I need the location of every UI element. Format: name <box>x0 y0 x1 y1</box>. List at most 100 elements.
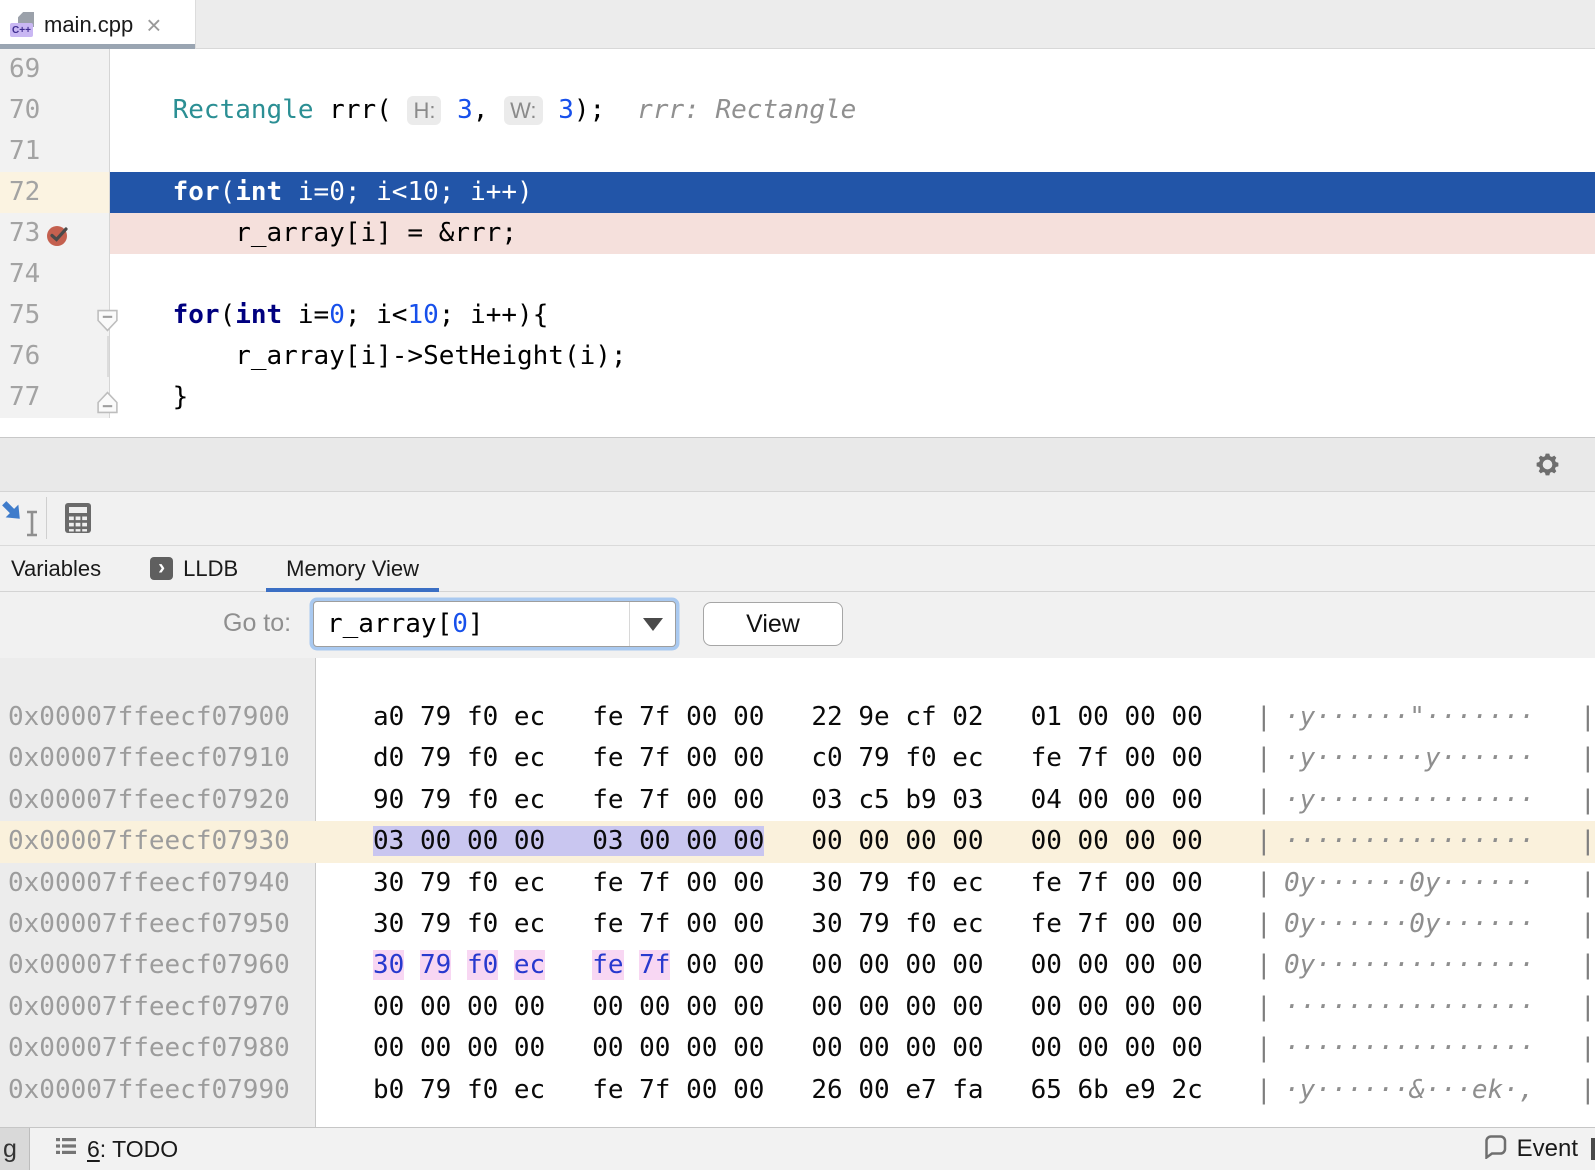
memory-byte[interactable]: d0 <box>373 743 404 773</box>
memory-byte[interactable]: ec <box>514 702 545 732</box>
memory-byte[interactable]: 00 <box>686 950 717 980</box>
editor-gutter[interactable]: 70 <box>0 90 110 131</box>
memory-byte[interactable]: fe <box>1031 909 1062 939</box>
goto-address-value[interactable]: r_array[0] <box>314 609 629 639</box>
memory-byte[interactable]: 9e <box>858 702 889 732</box>
memory-byte[interactable]: 00 <box>733 743 764 773</box>
memory-byte[interactable]: 00 <box>952 1033 983 1063</box>
memory-byte[interactable]: 00 <box>811 950 842 980</box>
tab-lldb[interactable]: › LLDB <box>144 546 244 591</box>
memory-byte[interactable]: c0 <box>811 743 842 773</box>
memory-byte[interactable]: 00 <box>639 1033 670 1063</box>
memory-byte[interactable]: fe <box>592 785 623 815</box>
line-number[interactable]: 75 <box>9 300 40 330</box>
memory-byte[interactable]: ec <box>514 868 545 898</box>
memory-byte[interactable]: 30 <box>811 909 842 939</box>
memory-byte[interactable]: 00 <box>1171 702 1202 732</box>
memory-byte[interactable]: 00 <box>733 992 764 1022</box>
line-number[interactable]: 77 <box>9 382 40 412</box>
memory-byte[interactable]: fe <box>592 1075 623 1105</box>
memory-byte[interactable]: 00 <box>1171 992 1202 1022</box>
memory-byte[interactable]: 79 <box>420 702 451 732</box>
memory-byte[interactable]: 22 <box>811 702 842 732</box>
memory-byte[interactable]: 00 <box>514 826 545 856</box>
memory-byte[interactable]: 30 <box>373 909 404 939</box>
memory-byte[interactable]: ec <box>514 743 545 773</box>
memory-byte[interactable]: 30 <box>373 950 404 980</box>
tab-main-cpp[interactable]: C++ main.cpp × <box>0 0 196 49</box>
memory-byte[interactable]: 00 <box>420 992 451 1022</box>
memory-byte[interactable]: 00 <box>1078 1033 1109 1063</box>
memory-byte[interactable]: 79 <box>420 950 451 980</box>
memory-byte[interactable]: 79 <box>420 909 451 939</box>
memory-byte[interactable]: ec <box>514 950 545 980</box>
memory-byte[interactable]: 00 <box>514 992 545 1022</box>
memory-byte[interactable]: 03 <box>592 826 623 856</box>
memory-byte[interactable]: 30 <box>811 868 842 898</box>
memory-byte[interactable]: 00 <box>1171 1033 1202 1063</box>
memory-byte[interactable]: 79 <box>858 743 889 773</box>
memory-byte[interactable]: f0 <box>467 950 498 980</box>
memory-byte[interactable]: 79 <box>420 743 451 773</box>
memory-byte[interactable]: fe <box>1031 743 1062 773</box>
memory-byte[interactable]: 00 <box>1078 826 1109 856</box>
memory-byte[interactable]: 79 <box>420 1075 451 1105</box>
memory-byte[interactable]: fe <box>592 868 623 898</box>
memory-byte[interactable]: 00 <box>686 785 717 815</box>
memory-byte[interactable]: 00 <box>1078 785 1109 815</box>
memory-byte[interactable]: 00 <box>733 826 764 856</box>
memory-byte[interactable]: 00 <box>733 785 764 815</box>
view-button[interactable]: View <box>703 602 843 646</box>
memory-byte[interactable]: 00 <box>811 1033 842 1063</box>
memory-byte[interactable]: ec <box>952 868 983 898</box>
memory-byte[interactable]: 00 <box>733 909 764 939</box>
memory-byte[interactable]: 00 <box>1031 826 1062 856</box>
memory-byte[interactable]: fa <box>952 1075 983 1105</box>
memory-byte[interactable]: e9 <box>1125 1075 1156 1105</box>
memory-byte[interactable]: 7f <box>1078 743 1109 773</box>
memory-byte[interactable]: ec <box>514 909 545 939</box>
memory-byte[interactable]: ec <box>952 909 983 939</box>
memory-row[interactable]: 0x00007ffeecf0792090 79 f0 ec fe 7f 00 0… <box>0 780 1595 821</box>
memory-byte[interactable]: 00 <box>1171 950 1202 980</box>
memory-byte[interactable]: f0 <box>467 785 498 815</box>
memory-byte[interactable]: 00 <box>1171 743 1202 773</box>
editor-gutter[interactable]: 72 <box>0 172 110 213</box>
memory-byte[interactable]: 00 <box>1031 1033 1062 1063</box>
memory-byte[interactable]: 00 <box>420 826 451 856</box>
memory-byte[interactable]: 00 <box>858 1033 889 1063</box>
memory-byte[interactable]: 00 <box>1031 950 1062 980</box>
fold-end-icon[interactable] <box>96 386 119 409</box>
line-number[interactable]: 69 <box>9 54 40 84</box>
memory-byte[interactable]: f0 <box>905 909 936 939</box>
memory-byte[interactable]: 7f <box>639 909 670 939</box>
memory-byte[interactable]: 02 <box>952 702 983 732</box>
memory-row[interactable]: 0x00007ffeecf07910d0 79 f0 ec fe 7f 00 0… <box>0 738 1595 779</box>
memory-byte[interactable]: 00 <box>811 826 842 856</box>
memory-byte[interactable]: 00 <box>733 868 764 898</box>
memory-byte[interactable]: 00 <box>905 950 936 980</box>
memory-byte[interactable]: 2c <box>1171 1075 1202 1105</box>
memory-byte[interactable]: 00 <box>905 992 936 1022</box>
memory-byte[interactable]: b0 <box>373 1075 404 1105</box>
memory-byte[interactable]: a0 <box>373 702 404 732</box>
memory-byte[interactable]: ec <box>952 743 983 773</box>
todo-toolwindow-button[interactable]: 6: TODO <box>54 1134 178 1164</box>
memory-row[interactable]: 0x00007ffeecf0796030 79 f0 ec fe 7f 00 0… <box>0 945 1595 986</box>
memory-byte[interactable]: 00 <box>733 1075 764 1105</box>
editor-gutter[interactable]: 74 <box>0 254 110 295</box>
editor-gutter[interactable]: 73 <box>0 213 110 254</box>
memory-byte[interactable]: 00 <box>686 1075 717 1105</box>
memory-byte[interactable]: f0 <box>467 868 498 898</box>
line-number[interactable]: 70 <box>9 95 40 125</box>
memory-byte[interactable]: cf <box>905 702 936 732</box>
memory-row[interactable]: 0x00007ffeecf07990b0 79 f0 ec fe 7f 00 0… <box>0 1070 1595 1111</box>
close-icon[interactable]: × <box>146 12 161 38</box>
memory-row[interactable]: 0x00007ffeecf07900a0 79 f0 ec fe 7f 00 0… <box>0 697 1595 738</box>
memory-byte[interactable]: 7f <box>639 743 670 773</box>
memory-byte[interactable]: fe <box>592 909 623 939</box>
memory-byte[interactable]: 00 <box>733 1033 764 1063</box>
memory-row[interactable]: 0x00007ffeecf0794030 79 f0 ec fe 7f 00 0… <box>0 863 1595 904</box>
memory-byte[interactable]: 00 <box>1125 743 1156 773</box>
tab-memory-view[interactable]: Memory View <box>266 546 439 591</box>
